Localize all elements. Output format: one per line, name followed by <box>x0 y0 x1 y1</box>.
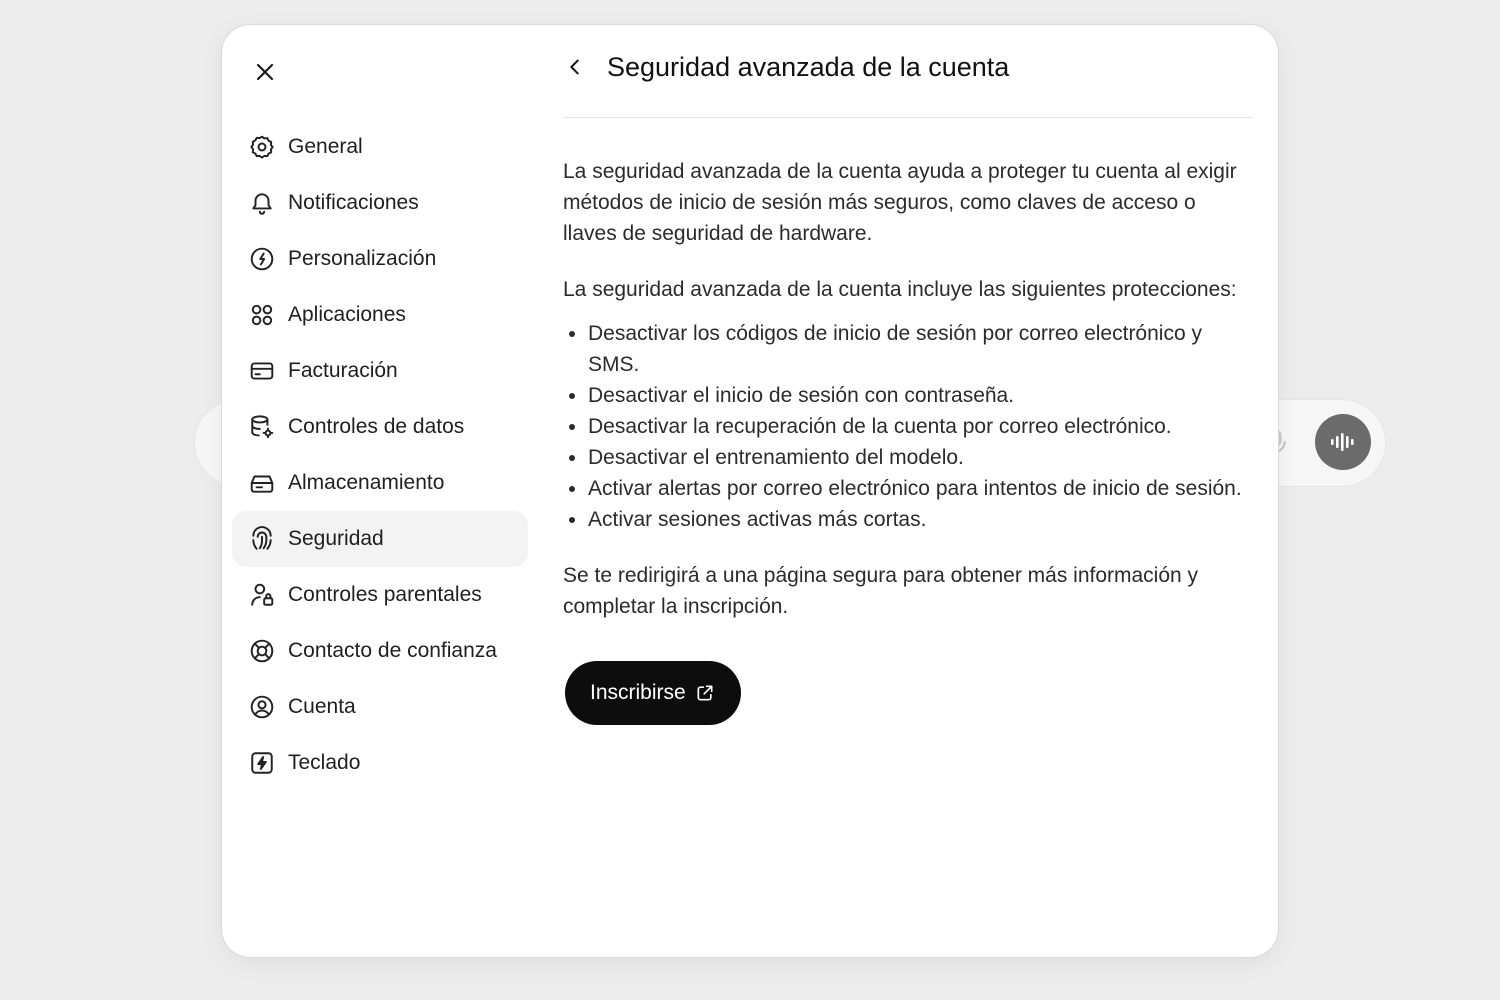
sidebar-item-label: Aplicaciones <box>288 303 406 326</box>
sidebar-item-label: General <box>288 135 363 158</box>
sidebar-item-aplicaciones[interactable]: Aplicaciones <box>232 287 528 343</box>
sidebar-item-label: Facturación <box>288 359 398 382</box>
protections-list: Desactivar los códigos de inicio de sesi… <box>563 318 1253 535</box>
enroll-button-label: Inscribirse <box>590 681 686 704</box>
apps-grid-icon <box>248 301 276 329</box>
bell-icon <box>248 189 276 217</box>
external-link-icon <box>695 683 715 703</box>
settings-modal: General Notificaciones Personalización A… <box>222 25 1278 957</box>
voice-mode-button <box>1315 414 1371 470</box>
sidebar-item-seguridad[interactable]: Seguridad <box>232 511 528 567</box>
sidebar-item-cuenta[interactable]: Cuenta <box>232 679 528 735</box>
close-icon <box>256 63 274 81</box>
advanced-security-panel: Seguridad avanzada de la cuenta La segur… <box>563 47 1253 725</box>
settings-sidebar: General Notificaciones Personalización A… <box>232 119 528 791</box>
sidebar-item-label: Notificaciones <box>288 191 419 214</box>
sidebar-item-controles-de-datos[interactable]: Controles de datos <box>232 399 528 455</box>
fingerprint-icon <box>248 525 276 553</box>
list-item: Desactivar el entrenamiento del modelo. <box>588 442 1253 473</box>
sidebar-item-label: Cuenta <box>288 695 356 718</box>
list-item: Activar alertas por correo electrónico p… <box>588 473 1253 504</box>
sidebar-item-contacto-de-confianza[interactable]: Contacto de confianza <box>232 623 528 679</box>
sidebar-item-teclado[interactable]: Teclado <box>232 735 528 791</box>
sidebar-item-controles-parentales[interactable]: Controles parentales <box>232 567 528 623</box>
sidebar-item-label: Seguridad <box>288 527 384 550</box>
sidebar-item-label: Almacenamiento <box>288 471 445 494</box>
sidebar-item-label: Contacto de confianza <box>288 639 497 662</box>
waveform-icon <box>1331 433 1354 451</box>
enroll-button[interactable]: Inscribirse <box>565 661 741 725</box>
page-title: Seguridad avanzada de la cuenta <box>607 51 1010 82</box>
keyboard-shortcut-icon <box>248 749 276 777</box>
lifebuoy-icon <box>248 637 276 665</box>
includes-paragraph: La seguridad avanzada de la cuenta inclu… <box>563 278 1237 301</box>
parent-lock-icon <box>248 581 276 609</box>
sidebar-item-general[interactable]: General <box>232 119 528 175</box>
sidebar-item-label: Teclado <box>288 751 361 774</box>
sidebar-item-label: Controles de datos <box>288 415 465 438</box>
chevron-left-icon <box>570 59 579 75</box>
list-item: Activar sesiones activas más cortas. <box>588 504 1253 535</box>
sidebar-item-almacenamiento[interactable]: Almacenamiento <box>232 455 528 511</box>
sidebar-item-personalizacion[interactable]: Personalización <box>232 231 528 287</box>
credit-card-icon <box>248 357 276 385</box>
sidebar-item-notificaciones[interactable]: Notificaciones <box>232 175 528 231</box>
storage-drive-icon <box>248 469 276 497</box>
list-item: Desactivar los códigos de inicio de sesi… <box>588 318 1253 380</box>
personalization-icon <box>248 245 276 273</box>
redirect-paragraph: Se te redirigirá a una página segura par… <box>563 564 1199 618</box>
panel-header: Seguridad avanzada de la cuenta <box>563 47 1253 118</box>
back-button[interactable] <box>563 55 587 79</box>
close-button[interactable] <box>250 57 280 87</box>
sidebar-item-label: Personalización <box>288 247 437 270</box>
intro-paragraph: La seguridad avanzada de la cuenta ayuda… <box>563 160 1237 245</box>
list-item: Desactivar el inicio de sesión con contr… <box>588 380 1253 411</box>
sidebar-item-facturacion[interactable]: Facturación <box>232 343 528 399</box>
list-item: Desactivar la recuperación de la cuenta … <box>588 411 1253 442</box>
user-circle-icon <box>248 693 276 721</box>
database-gear-icon <box>248 413 276 441</box>
sidebar-item-label: Controles parentales <box>288 583 482 606</box>
gear-icon <box>248 133 276 161</box>
